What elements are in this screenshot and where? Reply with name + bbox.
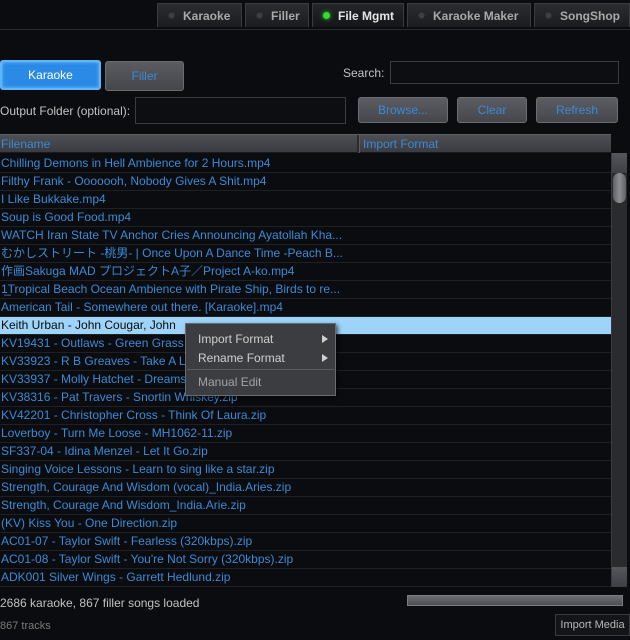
table-row[interactable]: American Tail - Somewhere out there. [Ka… [0,299,611,317]
column-header-import-format[interactable]: Import Format [363,137,438,151]
tab-songshop[interactable]: SongShop [534,3,630,27]
table-header: Filename Import Format [0,134,611,153]
table-row[interactable]: むかしストリート -桃男- | Once Upon A Dance Time -… [0,245,611,263]
menu-item-import-format[interactable]: Import Format [198,332,273,346]
import-media-button[interactable]: Import Media [555,614,630,636]
menu-item-manual-edit[interactable]: Manual Edit [198,375,261,389]
tab-file-mgmt[interactable]: File Mgmt [312,3,404,27]
table-row[interactable]: AC01-08 - Taylor Swift - You're Not Sorr… [0,551,611,569]
table-row[interactable]: WATCH Iran State TV Anchor Cries Announc… [0,227,611,245]
table-row[interactable]: Filthy Frank - Ooooooh, Nobody Gives A S… [0,173,611,191]
submenu-arrow-icon [322,354,328,362]
tab-label: File Mgmt [338,8,394,23]
tab-filler[interactable]: Filler [245,3,309,27]
status-led-icon [168,12,175,19]
submenu-arrow-icon [322,335,328,343]
status-led-icon [418,12,425,19]
status-led-icon [323,12,330,19]
table-row[interactable]: 1̲Tropical Beach Ocean Ambience with Pir… [0,281,611,299]
table-row[interactable]: KV42201 - Christopher Cross - Think Of L… [0,407,611,425]
track-count: 867 tracks [0,620,51,632]
table-row[interactable]: Soup is Good Food.mp4 [0,209,611,227]
table-row[interactable]: Strength, Courage And Wisdom (vocal)_Ind… [0,479,611,497]
menu-separator [187,369,334,370]
table-row[interactable]: (KV) Kiss You - One Direction.zip [0,515,611,533]
table-row[interactable]: 作画Sakuga MAD プロジェクトA子／Project A-ko.mp4 [0,263,611,281]
vertical-scrollbar[interactable] [611,153,627,587]
tab-label: SongShop [560,8,620,23]
tab-label: Filler [271,8,300,23]
table-row[interactable]: SF337-04 - Idina Menzel - Let It Go.zip [0,443,611,461]
table-row[interactable]: Chilling Demons in Hell Ambience for 2 H… [0,155,611,173]
scroll-down-button[interactable] [612,567,627,587]
browse-button[interactable]: Browse... [358,97,448,123]
scroll-up-button[interactable] [612,153,627,173]
search-input[interactable] [390,61,619,84]
tab-karaoke-maker[interactable]: Karaoke Maker [407,3,531,27]
table-row[interactable]: Loverboy - Turn Me Loose - MH1062-11.zip [0,425,611,443]
tab-bar: Karaoke Filler File Mgmt Karaoke Maker S… [0,0,630,30]
tab-divider [0,29,630,30]
column-header-filename[interactable]: Filename [1,137,50,151]
clear-button[interactable]: Clear [457,97,527,123]
progress-bar [407,595,623,606]
menu-item-rename-format[interactable]: Rename Format [198,351,285,365]
table-row[interactable]: I Like Bukkake.mp4 [0,191,611,209]
scroll-thumb[interactable] [613,173,626,203]
filler-mode-button[interactable]: Filler [105,61,184,91]
output-folder-label: Output Folder (optional): [0,104,131,118]
refresh-button[interactable]: Refresh [536,97,618,123]
karaoke-mode-button[interactable]: Karaoke [0,60,101,90]
tab-label: Karaoke [183,8,231,23]
table-row[interactable]: Strength, Courage And Wisdom_India.Arie.… [0,497,611,515]
search-label: Search: [343,66,385,80]
tab-label: Karaoke Maker [433,8,519,23]
output-folder-input[interactable] [135,97,346,124]
column-divider[interactable] [357,135,360,153]
status-text: 2686 karaoke, 867 filler songs loaded [0,596,200,610]
table-row[interactable]: ADK001 Silver Wings - Garrett Hedlund.zi… [0,569,611,587]
tab-karaoke[interactable]: Karaoke [157,3,242,27]
status-led-icon [256,12,263,19]
table-row[interactable]: Singing Voice Lessons - Learn to sing li… [0,461,611,479]
context-menu: Import Format Rename Format Manual Edit [185,323,336,396]
table-row[interactable]: AC01-07 - Taylor Swift - Fearless (320kb… [0,533,611,551]
status-led-icon [545,12,552,19]
